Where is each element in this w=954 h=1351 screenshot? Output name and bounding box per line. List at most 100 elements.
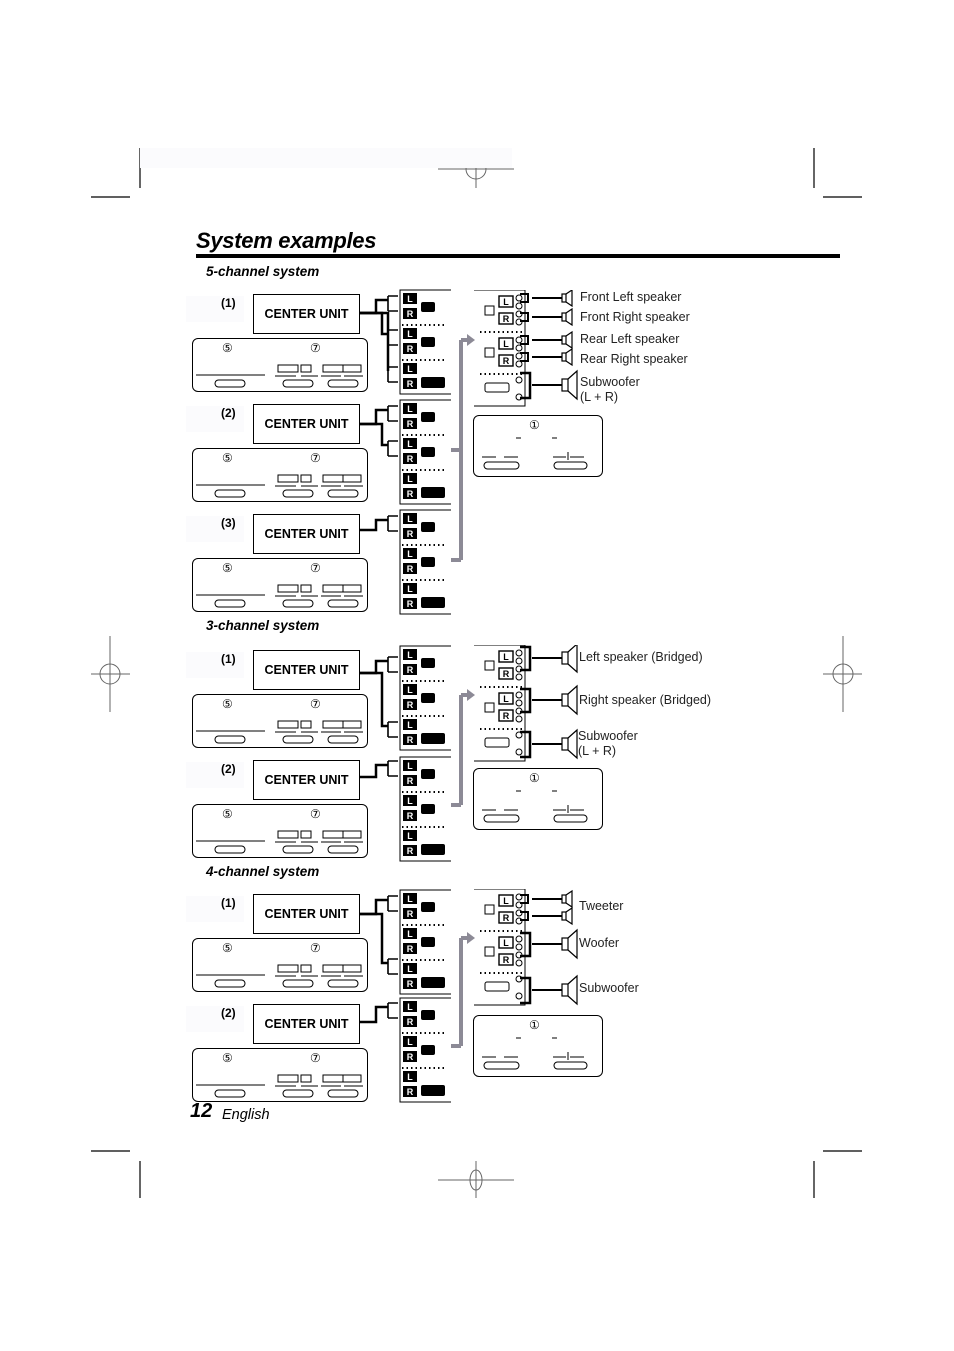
svg-text:R: R xyxy=(407,665,414,675)
svg-text:R: R xyxy=(503,356,510,366)
center-unit-box: CENTER UNIT xyxy=(253,404,360,444)
speaker-label: Subwoofer xyxy=(579,981,639,995)
signal-arrow xyxy=(451,334,475,562)
switch-sliders[interactable] xyxy=(193,449,367,501)
center-unit-box: CENTER UNIT xyxy=(253,1004,360,1044)
svg-text:R: R xyxy=(407,909,414,919)
amp-switch-sliders[interactable] xyxy=(474,1016,602,1076)
center-unit-box: CENTER UNIT xyxy=(253,760,360,800)
svg-text:L: L xyxy=(503,694,509,704)
rca-input-block: LRLRLR xyxy=(399,889,451,995)
amp-switch-sliders[interactable] xyxy=(474,769,602,829)
svg-text:L: L xyxy=(407,439,413,449)
control-panel: ⑤⑦ xyxy=(192,938,368,992)
rca-input-block: LRLRLR xyxy=(399,509,451,615)
svg-text:L: L xyxy=(407,294,413,304)
speaker-label: (L + R) xyxy=(580,390,619,404)
svg-text:L: L xyxy=(407,964,413,974)
signal-arrow xyxy=(451,689,475,807)
switch-sliders[interactable] xyxy=(193,805,367,857)
rca-cables xyxy=(360,295,398,383)
svg-text:R: R xyxy=(407,811,414,821)
shaded-band xyxy=(140,148,512,168)
config-number: (3) xyxy=(221,516,236,530)
page-language: English xyxy=(222,1107,270,1123)
rca-cables xyxy=(360,1002,398,1024)
svg-text:L: L xyxy=(407,761,413,771)
control-panel: ⑤⑦ xyxy=(192,338,368,392)
speaker-label: (L + R) xyxy=(578,744,617,758)
section-heading-4ch: 4-channel system xyxy=(206,864,320,879)
svg-text:R: R xyxy=(407,700,414,710)
svg-text:R: R xyxy=(407,776,414,786)
svg-text:L: L xyxy=(503,652,509,662)
svg-text:R: R xyxy=(503,314,510,324)
amp-switch-sliders[interactable] xyxy=(474,416,602,476)
svg-text:L: L xyxy=(407,584,413,594)
rca-input-block: LRLRLR xyxy=(399,997,451,1103)
svg-text:R: R xyxy=(407,379,414,389)
svg-text:R: R xyxy=(503,711,510,721)
svg-text:R: R xyxy=(407,1052,414,1062)
signal-arrow xyxy=(451,932,475,1048)
svg-text:R: R xyxy=(503,913,510,923)
svg-text:R: R xyxy=(407,599,414,609)
config-number: (1) xyxy=(221,652,236,666)
rca-cables xyxy=(360,895,398,975)
speaker-label: Front Left speaker xyxy=(580,290,682,304)
svg-text:L: L xyxy=(407,685,413,695)
speaker-label: Left speaker (Bridged) xyxy=(579,650,703,664)
svg-text:L: L xyxy=(407,1002,413,1012)
rca-input-block: LRLRLR xyxy=(399,756,451,862)
svg-text:L: L xyxy=(503,339,509,349)
page-number: 12 xyxy=(190,1100,213,1122)
section-heading-5ch: 5-channel system xyxy=(206,264,320,279)
rca-input-block: LRLRLR xyxy=(399,289,451,395)
config-number: (2) xyxy=(221,762,236,776)
svg-text:R: R xyxy=(407,846,414,856)
speaker-label: Rear Left speaker xyxy=(580,332,680,346)
svg-text:R: R xyxy=(407,944,414,954)
svg-text:L: L xyxy=(503,938,509,948)
svg-text:L: L xyxy=(407,831,413,841)
rca-input-block: LRLRLR xyxy=(399,399,451,505)
config-number: (2) xyxy=(221,406,236,420)
svg-text:R: R xyxy=(407,419,414,429)
svg-text:L: L xyxy=(407,549,413,559)
svg-text:R: R xyxy=(407,1087,414,1097)
svg-text:R: R xyxy=(407,735,414,745)
svg-text:L: L xyxy=(407,720,413,730)
svg-text:R: R xyxy=(407,979,414,989)
svg-text:L: L xyxy=(503,297,509,307)
rca-cables xyxy=(360,515,398,532)
svg-text:R: R xyxy=(407,454,414,464)
page-title: System examples xyxy=(196,228,377,253)
svg-text:L: L xyxy=(407,1037,413,1047)
config-number: (2) xyxy=(221,1006,236,1020)
svg-text:L: L xyxy=(407,364,413,374)
svg-text:R: R xyxy=(407,564,414,574)
svg-text:R: R xyxy=(407,529,414,539)
svg-text:L: L xyxy=(503,896,509,906)
speaker-label: Right speaker (Bridged) xyxy=(579,693,712,707)
rca-cables xyxy=(360,760,398,779)
switch-sliders[interactable] xyxy=(193,559,367,611)
speaker-label: Front Right speaker xyxy=(580,310,690,324)
switch-sliders[interactable] xyxy=(193,939,367,991)
svg-text:R: R xyxy=(407,489,414,499)
svg-text:R: R xyxy=(407,1017,414,1027)
control-panel: ⑤⑦ xyxy=(192,694,368,748)
svg-text:L: L xyxy=(407,796,413,806)
svg-text:L: L xyxy=(407,894,413,904)
speaker-label: Woofer xyxy=(579,936,620,950)
rca-cables xyxy=(360,656,398,738)
svg-text:L: L xyxy=(407,1072,413,1082)
svg-text:R: R xyxy=(407,309,414,319)
switch-sliders[interactable] xyxy=(193,695,367,747)
switch-sliders[interactable] xyxy=(193,1049,367,1101)
svg-text:L: L xyxy=(407,329,413,339)
svg-text:R: R xyxy=(503,669,510,679)
control-panel: ⑤⑦ xyxy=(192,558,368,612)
control-panel: ⑤⑦ xyxy=(192,1048,368,1102)
switch-sliders[interactable] xyxy=(193,339,367,391)
